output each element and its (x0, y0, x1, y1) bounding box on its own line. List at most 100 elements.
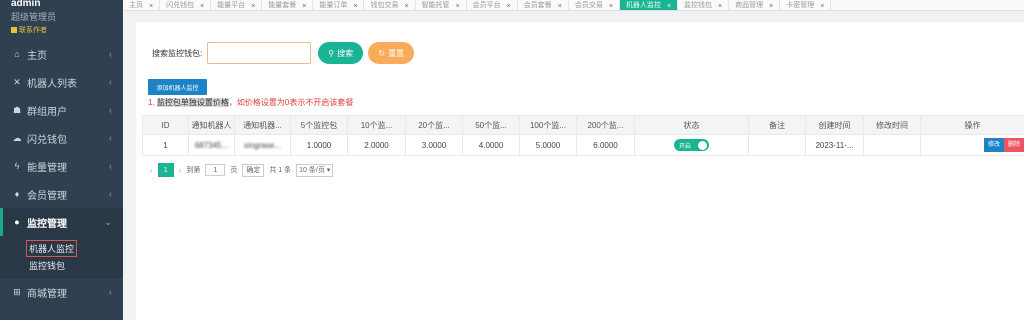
tab-member-platform[interactable]: 会员平台 × (467, 0, 518, 10)
tab-label: 闪兑钱包 (166, 2, 195, 9)
column-header[interactable]: 50个监... (462, 115, 520, 135)
column-header[interactable]: ID (142, 115, 189, 135)
close-icon[interactable]: × (667, 3, 671, 10)
column-header[interactable]: 10个监... (347, 115, 406, 135)
close-icon[interactable]: × (404, 3, 408, 10)
sidebar-item-members[interactable]: ♦ 会员管理 ‹ (0, 180, 123, 208)
close-icon[interactable]: × (200, 3, 204, 10)
close-icon[interactable]: × (820, 3, 824, 10)
chevron-left-icon: ‹ (109, 161, 112, 171)
profile: admin 超级管理员 联系作者 (0, 0, 123, 40)
sidebar-item-flash-wallet[interactable]: ☁ 闪兑钱包 ‹ (0, 124, 123, 152)
close-icon[interactable]: × (507, 3, 511, 10)
user-name[interactable]: admin (11, 0, 112, 8)
page-size-select[interactable]: 10 条/页 ▾ (296, 163, 334, 177)
page-unit-label: 页 (230, 167, 238, 174)
sidebar-subitem-robot-monitor[interactable]: 机器人监控 (0, 240, 123, 257)
sidebar-item-label: 商城管理 (27, 288, 67, 300)
tab-member-trade[interactable]: 会员交易 × (569, 0, 620, 10)
sidebar-item-energy[interactable]: ϟ 能量管理 ‹ (0, 152, 123, 180)
tab-product-manage[interactable]: 商品管理 × (729, 0, 781, 10)
column-header[interactable]: 20个监... (405, 115, 463, 135)
sidebar-item-home[interactable]: ⌂ 主页 ‹ (0, 40, 123, 68)
column-header[interactable]: 200个监... (576, 115, 635, 135)
subitem-label: 监控钱包 (29, 261, 66, 271)
table-row: 1 687345... xingrase... 1.0000 2.0000 3.… (142, 134, 1024, 156)
column-header[interactable]: 操作 (920, 115, 1024, 135)
close-icon[interactable]: × (149, 3, 153, 10)
edit-button[interactable]: 修改 (983, 138, 1004, 152)
table-header-row: ID 通知机器人 通知机器... 5个监控包 10个监... 20个监... 5… (142, 115, 1024, 135)
tab-card-manage[interactable]: 卡密管理 × (780, 0, 832, 10)
tab-flash-wallet[interactable]: 闪兑钱包 × (160, 0, 212, 10)
close-icon[interactable]: × (353, 3, 357, 10)
sidebar: admin 超级管理员 联系作者 ⌂ 主页 ‹ ✕ 机器人列表 ‹ ☗ 群组用户 ‹ ☁ 闪兑… (0, 0, 123, 320)
tab-label: 商品管理 (735, 2, 764, 9)
chevron-left-icon: ‹ (109, 77, 112, 87)
sidebar-item-robot-list[interactable]: ✕ 机器人列表 ‹ (0, 68, 123, 96)
column-header[interactable]: 通知机器... (234, 115, 291, 135)
robot-icon: ✕ (13, 76, 21, 87)
cell-actions: 修改 删除 (920, 134, 1024, 156)
refresh-icon: ↻ (378, 48, 386, 58)
tab-energy-platform[interactable]: 能量平台 × (211, 0, 263, 10)
tab-energy-package[interactable]: 能量套餐 × (262, 0, 314, 10)
sidebar-item-group-users[interactable]: ☗ 群组用户 ‹ (0, 96, 123, 124)
tab-member-package[interactable]: 会员套餐 × (518, 0, 569, 10)
cell-modified (863, 134, 921, 156)
search-form: 搜索监控钱包: ⚲ 搜索 ↻ 重置 (152, 42, 415, 64)
column-header[interactable]: 备注 (748, 115, 806, 135)
page-number[interactable]: 1 (157, 163, 174, 177)
tab-robot-monitor[interactable]: 机器人监控 × (619, 0, 679, 10)
sidebar-item-mall[interactable]: ⊞ 商城管理 ‹ (0, 278, 123, 306)
sidebar-item-label: 能量管理 (27, 162, 67, 174)
monitor-icon: ● (14, 217, 20, 227)
contact-author-link[interactable]: 联系作者 (11, 25, 112, 35)
add-robot-monitor-button[interactable]: 添加机器人监控 (148, 79, 207, 95)
chevron-down-icon: ⌄ (104, 216, 112, 227)
cart-icon: ⊞ (13, 286, 21, 297)
prev-page-icon[interactable]: ‹ (150, 166, 153, 175)
search-icon: ⚲ (328, 48, 335, 58)
tab-energy-order[interactable]: 能量订单 × (313, 0, 365, 10)
close-icon[interactable]: × (558, 3, 562, 10)
search-button-label: 搜索 (337, 48, 354, 58)
close-icon[interactable]: × (609, 3, 613, 10)
goto-page-input[interactable]: 1 (205, 164, 226, 176)
close-icon[interactable]: × (769, 3, 773, 10)
column-header[interactable]: 状态 (634, 115, 749, 135)
contact-icon (11, 27, 17, 33)
status-toggle[interactable]: 开启 (674, 139, 709, 151)
search-button[interactable]: ⚲ 搜索 (318, 42, 364, 64)
close-icon[interactable]: × (251, 3, 255, 10)
goto-confirm-button[interactable]: 确定 (242, 163, 265, 177)
tab-monitor-wallet[interactable]: 监控钱包 × (678, 0, 730, 10)
tab-wallet-trade[interactable]: 钱包交易 × (364, 0, 416, 10)
sidebar-subitem-monitor-wallet[interactable]: 监控钱包 (0, 257, 123, 274)
sidebar-item-monitor[interactable]: ● 监控管理 ⌄ (0, 208, 123, 236)
column-header[interactable]: 修改时间 (863, 115, 921, 135)
column-header[interactable]: 通知机器人 (188, 115, 235, 135)
close-icon[interactable]: × (456, 3, 460, 10)
close-icon[interactable]: × (718, 3, 722, 10)
next-page-icon[interactable]: › (179, 166, 182, 175)
column-header[interactable]: 5个监控包 (290, 115, 348, 135)
chevron-left-icon: ‹ (109, 49, 112, 59)
reset-button[interactable]: ↻ 重置 (368, 42, 415, 64)
tab-home[interactable]: 主页 × (123, 0, 161, 10)
cell-price-20: 3.0000 (405, 134, 463, 156)
monitor-submenu: 机器人监控 监控钱包 (0, 236, 123, 278)
toggle-label: 开启 (679, 143, 692, 150)
tab-smart-custody[interactable]: 智能托管 × (416, 0, 467, 10)
search-wallet-input[interactable] (207, 42, 312, 64)
delete-button[interactable]: 删除 (1003, 138, 1024, 152)
chevron-left-icon: ‹ (109, 133, 112, 143)
contact-label: 联系作者 (19, 27, 47, 34)
subitem-label: 机器人监控 (26, 240, 78, 257)
user-role: 超级管理员 (11, 12, 57, 22)
column-header[interactable]: 100个监... (519, 115, 577, 135)
close-icon[interactable]: × (302, 3, 306, 10)
cell-price-100: 5.0000 (519, 134, 577, 156)
column-header[interactable]: 创建时间 (805, 115, 864, 135)
cell-status: 开启 (634, 134, 749, 156)
